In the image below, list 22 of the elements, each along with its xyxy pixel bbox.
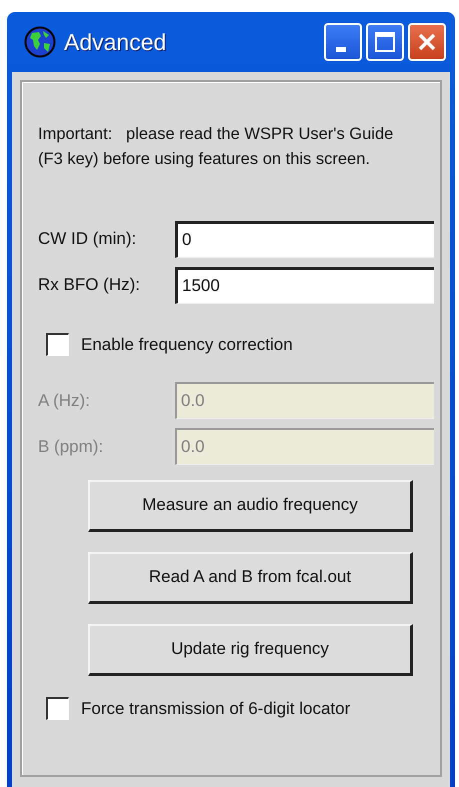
window-title: Advanced: [64, 28, 166, 57]
field-label: Rx BFO (Hz):: [38, 274, 141, 296]
globe-icon: [24, 26, 56, 58]
action-button[interactable]: Measure an audio frequency: [88, 480, 413, 532]
field-label: A (Hz):: [38, 390, 91, 412]
field-label: CW ID (min):: [38, 228, 138, 250]
action-button[interactable]: Update rig frequency: [88, 624, 413, 676]
checkbox-label: Force transmission of 6-digit locator: [81, 698, 350, 720]
instruction-text: Important: please read the WSPR User's Guide (F3 key) before using features on this screen.: [38, 124, 394, 170]
close-button[interactable]: [408, 23, 446, 61]
checkbox-label: Enable frequency correction: [81, 334, 293, 356]
input-field[interactable]: 0: [175, 220, 434, 258]
checkbox[interactable]: [46, 696, 69, 720]
checkbox[interactable]: [46, 333, 69, 356]
maximize-icon: [374, 31, 396, 53]
action-button[interactable]: Read A and B from fcal.out: [88, 552, 413, 604]
close-icon: [416, 31, 438, 53]
minimize-button[interactable]: [324, 23, 362, 61]
maximize-button[interactable]: [366, 23, 404, 61]
minimize-icon: [336, 46, 346, 52]
field-label: B (ppm):: [38, 436, 104, 458]
input-field[interactable]: 1500: [175, 266, 434, 304]
